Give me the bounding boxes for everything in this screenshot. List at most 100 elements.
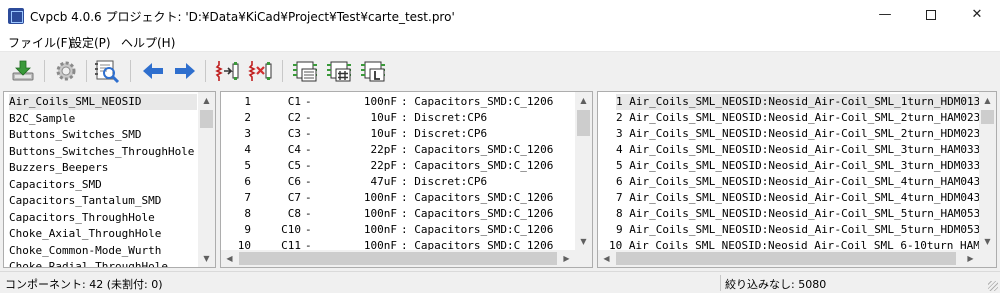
component-ref: C10 — [281, 223, 301, 236]
footprint-item[interactable]: 1 Air_Coils_SML_NEOSID:Neosid_Air-Coil_S… — [616, 94, 994, 110]
filter-keyword-button[interactable] — [292, 58, 318, 84]
library-item[interactable]: Capacitors_SMD — [9, 177, 197, 193]
scroll-right-arrow-icon[interactable]: ▶ — [962, 250, 979, 267]
component-row[interactable]: 8 C8- 100nF: Capacitors_SMD:C_1206 — [221, 206, 577, 222]
footprint-horizontal-scrollbar[interactable]: ◀ ▶ — [598, 250, 979, 267]
component-row[interactable]: 7 C7- 100nF: Capacitors_SMD:C_1206 — [221, 190, 577, 206]
title-bar: Cvpcb 4.0.6 プロジェクト: 'D:¥Data¥KiCad¥Proje… — [0, 0, 1000, 31]
next-button[interactable] — [172, 58, 198, 84]
component-row[interactable]: 6 C6- 47uF: Discret:CP6 — [221, 174, 577, 190]
scroll-left-arrow-icon[interactable]: ◀ — [598, 250, 615, 267]
component-value: 100nF — [363, 95, 397, 108]
component-footprint-name: Capacitors_SMD:C_1206 — [414, 95, 554, 108]
component-footprint: : Capacitors_SMD:C_1206 — [401, 143, 554, 156]
component-footprint-name: Discret:CP6 — [414, 175, 488, 188]
component-row[interactable]: 3 C3- 10uF: Discret:CP6 — [221, 126, 577, 142]
component-number: 2 — [244, 111, 251, 124]
library-item[interactable]: Choke_Common-Mode_Wurth — [9, 243, 197, 259]
library-item[interactable]: B2C_Sample — [9, 111, 197, 127]
scroll-right-arrow-icon[interactable]: ▶ — [558, 250, 575, 267]
previous-button[interactable] — [140, 58, 166, 84]
menu-file[interactable]: ファイル(F) — [8, 34, 72, 51]
library-item[interactable]: Air_Coils_SML_NEOSID — [9, 94, 197, 110]
scroll-thumb[interactable] — [616, 252, 956, 265]
component-ref: C1 — [287, 95, 301, 108]
toolbar-separator — [44, 60, 45, 82]
component-dash: - — [305, 111, 312, 124]
scroll-thumb[interactable] — [239, 252, 557, 265]
component-list[interactable]: 1 C1-100nF: Capacitors_SMD:C_1206 2 C2- 10uF… — [220, 91, 593, 268]
scroll-down-arrow-icon[interactable]: ▼ — [575, 233, 592, 250]
library-item[interactable]: Buttons_Switches_ThroughHole — [9, 144, 197, 160]
filter-keyword-icon — [293, 61, 317, 82]
component-footprint-name: Capacitors_SMD:C_1206 — [414, 191, 554, 204]
component-number: 8 — [244, 207, 251, 220]
minimize-button[interactable]: — — [862, 0, 908, 31]
component-value: 22pF — [370, 159, 398, 172]
footprint-item[interactable]: 6 Air_Coils_SML_NEOSID:Neosid_Air-Coil_S… — [616, 174, 994, 190]
component-ref: C5 — [287, 159, 301, 172]
status-bar: コンポーネント: 42 (未割付: 0) 絞り込みなし: 5080 — [0, 271, 1000, 293]
filter-library-button[interactable] — [360, 58, 386, 84]
scroll-down-arrow-icon[interactable]: ▼ — [198, 250, 215, 267]
component-footprint-name: Capacitors_SMD:C_1206 — [414, 223, 554, 236]
component-ref: C6 — [287, 175, 301, 188]
component-footprint: : Discret:CP6 — [401, 175, 488, 188]
arrow-right-icon — [175, 63, 195, 79]
maximize-button[interactable] — [908, 0, 954, 31]
library-list[interactable]: Air_Coils_SML_NEOSID B2C_Sample Buttons_Sw… — [3, 91, 216, 268]
library-item[interactable]: Choke_Axial_ThroughHole — [9, 226, 197, 242]
component-number: 6 — [244, 175, 251, 188]
footprint-list[interactable]: 1 Air_Coils_SML_NEOSID:Neosid_Air-Coil_S… — [597, 91, 997, 268]
component-vertical-scrollbar[interactable]: ▲ ▼ — [575, 92, 592, 250]
menu-settings[interactable]: 設定(P) — [70, 34, 111, 51]
component-row[interactable]: 4 C4- 22pF: Capacitors_SMD:C_1206 — [221, 142, 577, 158]
scroll-up-arrow-icon[interactable]: ▲ — [979, 92, 996, 109]
library-item[interactable]: Choke_Radial_ThroughHole — [9, 259, 197, 267]
library-vertical-scrollbar[interactable]: ▲ ▼ — [198, 92, 215, 267]
save-icon — [12, 60, 34, 81]
component-footprint: : Capacitors_SMD:C_1206 — [401, 207, 554, 220]
footprint-item[interactable]: 7 Air_Coils_SML_NEOSID:Neosid_Air-Coil_S… — [616, 190, 994, 206]
component-value: 10uF — [370, 111, 398, 124]
component-ref: C2 — [287, 111, 301, 124]
close-button[interactable]: ✕ — [954, 0, 1000, 31]
library-item[interactable]: Capacitors_ThroughHole — [9, 210, 197, 226]
library-item[interactable]: Buzzers_Beepers — [9, 160, 197, 176]
component-ref: C8 — [287, 207, 301, 220]
footprint-vertical-scrollbar[interactable]: ▲ ▼ — [979, 92, 996, 250]
scroll-down-arrow-icon[interactable]: ▼ — [979, 233, 996, 250]
component-row[interactable]: 1 C1- 100nF: Capacitors_SMD:C_1206 — [221, 94, 577, 110]
scroll-up-arrow-icon[interactable]: ▲ — [575, 92, 592, 109]
footprint-item[interactable]: 4 Air_Coils_SML_NEOSID:Neosid_Air-Coil_S… — [616, 142, 994, 158]
component-row[interactable]: 5 C5- 22pF: Capacitors_SMD:C_1206 — [221, 158, 577, 174]
scroll-thumb[interactable] — [981, 110, 994, 124]
scroll-up-arrow-icon[interactable]: ▲ — [198, 92, 215, 109]
library-item[interactable]: Buttons_Switches_SMD — [9, 127, 197, 143]
component-horizontal-scrollbar[interactable]: ◀ ▶ — [221, 250, 575, 267]
component-row[interactable]: 2 C2- 10uF: Discret:CP6 — [221, 110, 577, 126]
footprint-item[interactable]: 8 Air_Coils_SML_NEOSID:Neosid_Air-Coil_S… — [616, 206, 994, 222]
footprint-item[interactable]: 9 Air_Coils_SML_NEOSID:Neosid_Air-Coil_S… — [616, 222, 994, 238]
component-number: 3 — [244, 127, 251, 140]
delete-association-button[interactable] — [248, 58, 274, 84]
component-ref: C4 — [287, 143, 301, 156]
footprint-item[interactable]: 5 Air_Coils_SML_NEOSID:Neosid_Air-Coil_S… — [616, 158, 994, 174]
resize-grip-icon[interactable] — [988, 281, 998, 291]
component-row[interactable]: 9 C10- 100nF: Capacitors_SMD:C_1206 — [221, 222, 577, 238]
auto-associate-button[interactable] — [215, 58, 241, 84]
filter-pin-count-button[interactable] — [326, 58, 352, 84]
scroll-thumb[interactable] — [200, 110, 213, 128]
footprint-item[interactable]: 3 Air_Coils_SML_NEOSID:Neosid_Air-Coil_S… — [616, 126, 994, 142]
toolbar-separator — [130, 60, 131, 82]
menu-help[interactable]: ヘルプ(H) — [121, 34, 175, 51]
status-component-count: コンポーネント: 42 (未割付: 0) — [5, 278, 163, 291]
scroll-thumb[interactable] — [577, 110, 590, 136]
scroll-left-arrow-icon[interactable]: ◀ — [221, 250, 238, 267]
library-item[interactable]: Capacitors_Tantalum_SMD — [9, 193, 197, 209]
footprint-item[interactable]: 2 Air_Coils_SML_NEOSID:Neosid_Air-Coil_S… — [616, 110, 994, 126]
inspect-footprint-button[interactable] — [94, 58, 120, 84]
save-button[interactable] — [10, 58, 36, 84]
status-filter: 絞り込みなし: 5080 — [725, 278, 827, 291]
settings-button[interactable] — [53, 58, 79, 84]
